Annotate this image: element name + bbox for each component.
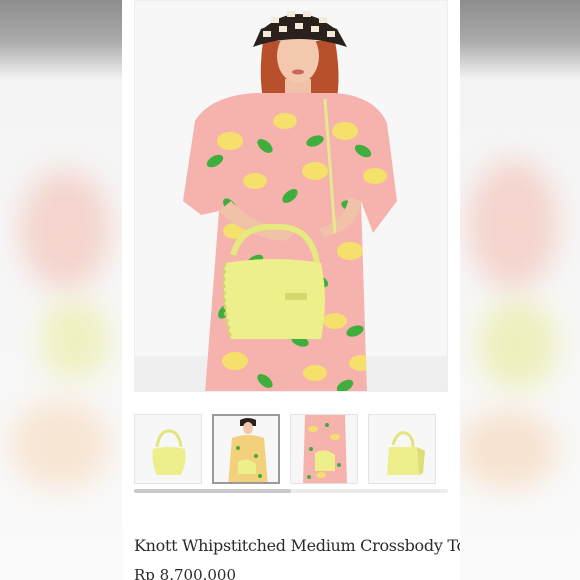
product-title: Knott Whipstitched Medium Crossbody Tote: [134, 536, 460, 555]
main-product-image[interactable]: [134, 0, 448, 392]
thumbnail-strip: [134, 414, 460, 484]
product-page-screen: Knott Whipstitched Medium Crossbody Tote…: [122, 0, 460, 580]
blurred-backdrop-right: [458, 0, 580, 580]
product-price: Rp 8.700.000: [134, 566, 237, 580]
thumbnail-model-front[interactable]: [212, 414, 280, 484]
gallery-scrollbar-thumb[interactable]: [134, 489, 291, 493]
bag-side-thumbnail-image: [369, 415, 435, 483]
bag-thumbnail-image: [135, 415, 201, 483]
model-illustration: [135, 1, 447, 391]
thumbnail-model-crossbody[interactable]: [290, 414, 358, 484]
model-front-thumbnail-image: [214, 416, 278, 482]
model-crossbody-thumbnail-image: [291, 415, 357, 483]
blurred-backdrop-left: [0, 0, 122, 580]
thumbnail-bag-front[interactable]: [134, 414, 202, 484]
gallery-scrollbar[interactable]: [134, 489, 448, 493]
thumbnail-bag-side[interactable]: [368, 414, 436, 484]
